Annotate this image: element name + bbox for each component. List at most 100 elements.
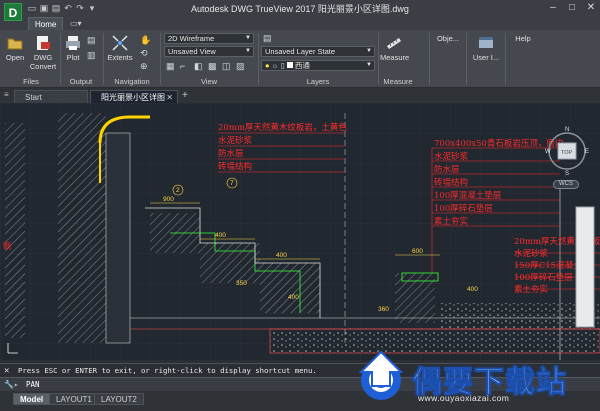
tab-home[interactable]: Home bbox=[28, 17, 64, 30]
annotation-text: 700x400x50青石板岩压顶，磨边 bbox=[434, 138, 564, 149]
compass-east[interactable]: E bbox=[585, 149, 589, 155]
wcs-menu-button[interactable]: WCS bbox=[553, 180, 579, 189]
chevron-down-icon: ▼ bbox=[366, 48, 372, 54]
pan-hand-icon[interactable]: ✋ bbox=[140, 35, 151, 46]
plot-button[interactable]: Plot bbox=[63, 34, 83, 62]
command-line-close-icon[interactable]: ✕ bbox=[4, 364, 9, 378]
layer-state-dropdown[interactable]: Unsaved Layer State ▼ bbox=[261, 46, 375, 57]
dimension-text: 360 bbox=[378, 306, 389, 313]
tab-layout2[interactable]: LAYOUT2 bbox=[94, 393, 144, 405]
dimension-text: 7 bbox=[230, 180, 234, 187]
dimension-text: 400 bbox=[288, 294, 299, 301]
annotation-text: 100厚混凝土垫层 bbox=[434, 190, 501, 201]
layer-lock-icon: ▯ bbox=[280, 61, 285, 70]
dimension-text: 350 bbox=[236, 280, 247, 287]
grid-icon[interactable]: ▩ bbox=[208, 61, 217, 72]
panel-divider bbox=[505, 33, 506, 85]
layer-freeze-sun-icon: ☼ bbox=[271, 61, 279, 70]
hatched-wall bbox=[105, 132, 131, 344]
cad-drawing: 20mm厚天然黄木纹板岩，土黄色 水泥砂浆 防水层 砖墙结构 700x400x5… bbox=[0, 103, 600, 360]
ribbon-panel: Open DWG Convert Files Plot ▤ ▥ Output E… bbox=[0, 30, 600, 88]
window-title: Autodesk DWG TrueView 2017 阳光丽景小区详图.dwg bbox=[191, 4, 409, 14]
help-button[interactable]: Help bbox=[509, 34, 537, 43]
wireframe-icon[interactable]: ◫ bbox=[222, 61, 231, 72]
ucs-icon[interactable]: ⌐ bbox=[180, 61, 185, 71]
wrench-icon[interactable]: 🔧 bbox=[4, 378, 14, 392]
annotation-text: 素土夯实 bbox=[434, 216, 468, 227]
tab-model[interactable]: Model bbox=[13, 393, 51, 405]
file-tab-start[interactable]: Start bbox=[14, 90, 88, 103]
dimension-text: 2 bbox=[176, 187, 180, 194]
dimension-text: 400 bbox=[467, 286, 478, 293]
measure-button[interactable]: Measure bbox=[380, 34, 409, 62]
orbit-icon[interactable]: ⟲ bbox=[140, 48, 148, 59]
dimension-text: 400 bbox=[276, 252, 287, 259]
gravel-bed bbox=[269, 328, 600, 354]
file-tab-bar: ≡ Start 阳光丽景小区详图 ✕ + bbox=[0, 88, 600, 103]
hide-icon[interactable]: ▨ bbox=[236, 61, 245, 72]
visual-style-dropdown[interactable]: 2D Wireframe ▼ bbox=[164, 33, 254, 44]
extents-button[interactable]: Extents bbox=[106, 34, 134, 62]
chevron-down-icon: ▼ bbox=[245, 35, 251, 41]
layer-on-bulb-icon: ● bbox=[265, 61, 270, 70]
annotation-text: 防水层 bbox=[434, 164, 460, 175]
panel-divider bbox=[466, 33, 467, 85]
plot-printer-icon bbox=[66, 36, 80, 50]
annotation-text: 素土夯实 bbox=[514, 284, 548, 295]
layer-properties-icon[interactable]: ▤ bbox=[263, 33, 272, 44]
chevron-down-icon: ▼ bbox=[245, 48, 251, 54]
panel-title-measure: Measure bbox=[383, 77, 413, 86]
annotation-text: 100厚碎石垫层 bbox=[434, 203, 493, 214]
named-view-dropdown[interactable]: Unsaved View ▼ bbox=[164, 46, 254, 57]
user-interface-icon bbox=[479, 37, 493, 48]
drawing-canvas[interactable]: 20mm厚天然黄木纹板岩，土黄色 水泥砂浆 防水层 砖墙结构 700x400x5… bbox=[0, 103, 600, 360]
maximize-button[interactable]: □ bbox=[563, 1, 581, 14]
file-tab-drawing[interactable]: 阳光丽景小区详图 ✕ bbox=[90, 90, 178, 103]
new-tab-plus-icon[interactable]: + bbox=[182, 90, 188, 101]
viewcube-top-label: TOP bbox=[561, 150, 573, 156]
ruler-icon bbox=[387, 38, 401, 49]
current-layer-dropdown[interactable]: ● ☼ ▯ 西通 ▼ bbox=[261, 60, 375, 71]
dimension-text: 600 bbox=[412, 248, 423, 255]
hatched-wall bbox=[58, 113, 106, 343]
batch-plot-icon[interactable]: ▤ bbox=[87, 35, 96, 46]
user-interface-button[interactable]: User I... bbox=[468, 34, 504, 62]
objects-panel-button[interactable]: Obje... bbox=[432, 34, 464, 43]
annotation-text: 水泥砂浆 bbox=[434, 151, 469, 162]
layer-color-swatch bbox=[286, 62, 293, 68]
navigation-bar-strip[interactable] bbox=[575, 206, 595, 328]
compass-north[interactable]: N bbox=[565, 127, 569, 133]
ribbon-options-chevron-icon[interactable]: ▭▾ bbox=[64, 17, 88, 30]
zoom-window-icon[interactable]: ⊕ bbox=[140, 61, 148, 72]
panel-title-output: Output bbox=[69, 77, 93, 86]
hatched-column bbox=[395, 273, 435, 323]
panel-title-view: View bbox=[200, 77, 218, 86]
annotation-text: 100厚碎石垫层 bbox=[514, 272, 573, 283]
annotation-text: 断 bbox=[3, 241, 12, 252]
viewport-icon[interactable]: ▦ bbox=[166, 61, 175, 72]
watermark-url: www.ouyaoxiazai.com bbox=[418, 393, 510, 403]
annotation-text: 水泥砂浆 bbox=[218, 135, 253, 146]
watermark-logo-icon bbox=[358, 350, 404, 400]
panel-divider bbox=[429, 33, 430, 85]
close-button[interactable]: ✕ bbox=[582, 1, 600, 14]
app-logo-icon[interactable]: D bbox=[4, 3, 22, 21]
zoom-extents-icon bbox=[112, 35, 128, 51]
chevron-down-icon: ▼ bbox=[366, 62, 372, 68]
render-icon[interactable]: ◧ bbox=[194, 61, 203, 72]
folder-icon bbox=[7, 38, 23, 50]
preview-icon[interactable]: ▥ bbox=[87, 50, 96, 61]
minimize-button[interactable]: – bbox=[544, 1, 562, 14]
file-tab-menu-icon[interactable]: ≡ bbox=[4, 90, 9, 99]
hatched-step bbox=[260, 263, 320, 313]
dwg-convert-button[interactable]: DWG Convert bbox=[28, 34, 58, 71]
panel-title-navigation: Navigation bbox=[114, 77, 150, 86]
annotation-text: 砖墙结构 bbox=[218, 161, 252, 172]
tab-layout1[interactable]: LAYOUT1 bbox=[49, 393, 99, 405]
compass-west[interactable]: W bbox=[545, 149, 551, 155]
compass-south[interactable]: S bbox=[565, 171, 569, 177]
ribbon-tab-bar: Home ▭▾ bbox=[0, 16, 600, 30]
dimension-text: 400 bbox=[215, 232, 226, 239]
open-button[interactable]: Open bbox=[4, 34, 26, 62]
panel-title-files: Files bbox=[23, 77, 39, 86]
